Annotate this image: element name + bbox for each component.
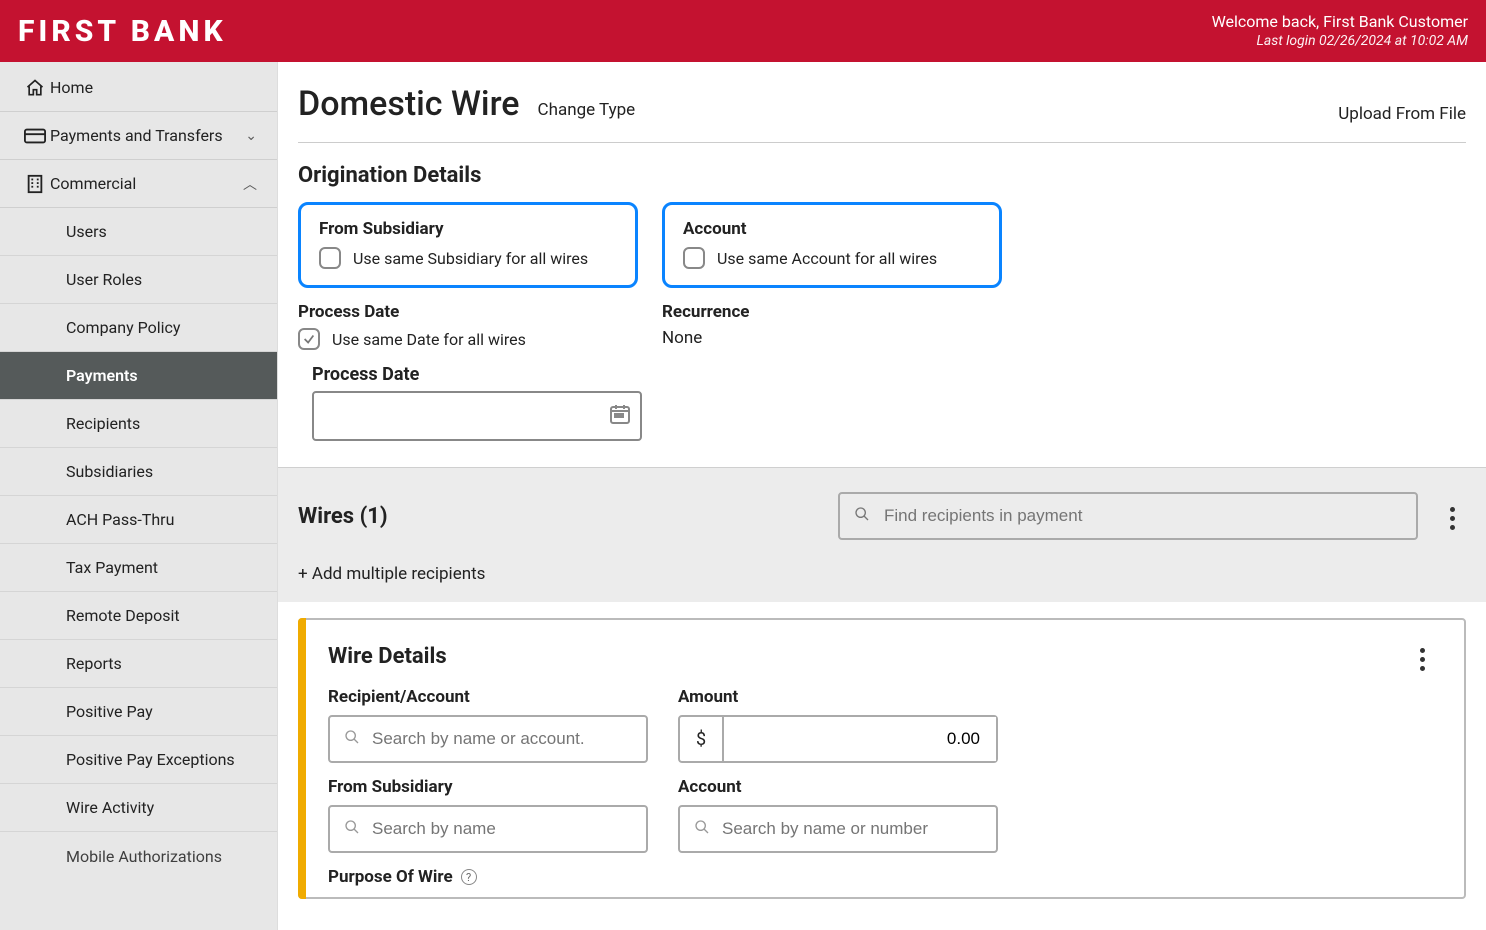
building-icon [20,174,50,194]
recipient-account-input[interactable] [370,728,632,750]
sidebar-item-payments-transfers[interactable]: Payments and Transfers ⌄ [0,112,277,160]
wire-details-card: Wire Details Recipient/Account From Subs… [298,618,1466,899]
same-account-checkbox[interactable] [683,247,705,269]
sidebar-item-subsidiaries[interactable]: Subsidiaries [0,448,277,496]
sidebar-item-label: Remote Deposit [66,606,257,625]
sidebar-item-recipients[interactable]: Recipients [0,400,277,448]
info-icon[interactable]: ? [461,869,477,885]
sidebar-item-label: Payments [66,366,257,385]
sidebar-item-label: Tax Payment [66,558,257,577]
currency-prefix: $ [680,717,724,761]
change-type-link[interactable]: Change Type [538,100,636,120]
wire-account-input[interactable] [720,818,982,840]
sidebar-item-label: User Roles [66,270,257,289]
add-multiple-recipients-link[interactable]: + Add multiple recipients [298,564,1466,584]
same-subsidiary-checkbox[interactable] [319,247,341,269]
sidebar-item-reports[interactable]: Reports [0,640,277,688]
sidebar: Home Payments and Transfers ⌄ Commercial… [0,62,278,930]
same-date-checkbox[interactable] [298,328,320,350]
wires-band: Wires (1) + Add multiple recipients [278,467,1486,602]
search-icon [694,819,710,839]
page-title: Domestic Wire [298,84,520,124]
sidebar-item-user-roles[interactable]: User Roles [0,256,277,304]
recurrence-value[interactable]: None [662,328,1002,348]
sidebar-item-payments[interactable]: Payments [0,352,277,400]
from-subsidiary-label: From Subsidiary [319,219,617,239]
sidebar-item-users[interactable]: Users [0,208,277,256]
recipient-account-label: Recipient/Account [328,687,648,707]
account-label: Account [683,219,981,239]
wires-overflow-menu[interactable] [1438,503,1466,530]
welcome-text: Welcome back, First Bank Customer [1212,12,1468,33]
upload-from-file-link[interactable]: Upload From File [1338,104,1466,124]
wire-account-search[interactable] [678,805,998,853]
sidebar-item-commercial[interactable]: Commercial ︿ [0,160,277,208]
sidebar-item-wire-activity[interactable]: Wire Activity [0,784,277,832]
process-date-label: Process Date [298,302,638,322]
sidebar-item-label: Commercial [50,174,243,193]
sidebar-item-remote-deposit[interactable]: Remote Deposit [0,592,277,640]
top-banner: FIRST BANK Welcome back, First Bank Cust… [0,0,1486,62]
wire-details-heading: Wire Details [328,644,447,669]
wires-heading: Wires (1) [298,504,388,529]
chevron-up-icon: ︿ [243,174,257,194]
from-subsidiary-card[interactable]: From Subsidiary Use same Subsidiary for … [298,202,638,288]
welcome-block: Welcome back, First Bank Customer Last l… [1212,12,1468,51]
wire-details-overflow-menu[interactable] [1408,644,1436,671]
main-content: Domestic Wire Change Type Upload From Fi… [278,62,1486,930]
sidebar-item-label: Home [50,78,257,97]
wire-from-subsidiary-search[interactable] [328,805,648,853]
sidebar-item-label: ACH Pass-Thru [66,510,257,529]
find-recipients-search[interactable] [838,492,1418,540]
process-date-input-label: Process Date [312,364,638,385]
wire-from-subsidiary-input[interactable] [370,818,632,840]
amount-input[interactable] [724,717,996,761]
sidebar-item-label: Recipients [66,414,257,433]
sidebar-item-positive-pay[interactable]: Positive Pay [0,688,277,736]
find-recipients-input[interactable] [882,505,1402,527]
last-login-text: Last login 02/26/2024 at 10:02 AM [1212,32,1468,50]
purpose-of-wire-label: Purpose Of Wire [328,867,453,887]
sidebar-item-label: Positive Pay [66,702,257,721]
card-icon [20,128,50,144]
sidebar-item-label: Reports [66,654,257,673]
wire-from-subsidiary-label: From Subsidiary [328,777,648,797]
origination-details-section: Origination Details From Subsidiary Use … [278,143,1486,467]
sidebar-item-tax-payment[interactable]: Tax Payment [0,544,277,592]
account-card[interactable]: Account Use same Account for all wires [662,202,1002,288]
sidebar-item-mobile-authorizations[interactable]: Mobile Authorizations [0,832,277,880]
origination-details-heading: Origination Details [298,163,1466,188]
home-icon [20,78,50,98]
amount-field[interactable]: $ [678,715,998,763]
search-icon [344,729,360,749]
sidebar-item-company-policy[interactable]: Company Policy [0,304,277,352]
sidebar-item-label: Company Policy [66,318,257,337]
calendar-icon[interactable] [608,402,632,430]
sidebar-item-label: Wire Activity [66,798,257,817]
sidebar-item-label: Users [66,222,257,241]
sidebar-item-label: Positive Pay Exceptions [66,750,257,769]
sidebar-item-label: Payments and Transfers [50,126,245,145]
search-icon [344,819,360,839]
recipient-account-search[interactable] [328,715,648,763]
wire-account-label: Account [678,777,998,797]
search-icon [854,506,870,526]
same-subsidiary-checkbox-label: Use same Subsidiary for all wires [353,249,588,268]
amount-label: Amount [678,687,998,707]
same-date-checkbox-label: Use same Date for all wires [332,330,526,349]
brand-logo: FIRST BANK [18,14,227,49]
recurrence-label: Recurrence [662,302,1002,322]
sidebar-item-label: Subsidiaries [66,462,257,481]
same-account-checkbox-label: Use same Account for all wires [717,249,937,268]
sidebar-item-ach-passthru[interactable]: ACH Pass-Thru [0,496,277,544]
process-date-input[interactable] [312,391,642,441]
sidebar-item-label: Mobile Authorizations [66,847,257,866]
sidebar-item-positive-pay-exceptions[interactable]: Positive Pay Exceptions [0,736,277,784]
chevron-down-icon: ⌄ [245,128,257,144]
sidebar-item-home[interactable]: Home [0,64,277,112]
